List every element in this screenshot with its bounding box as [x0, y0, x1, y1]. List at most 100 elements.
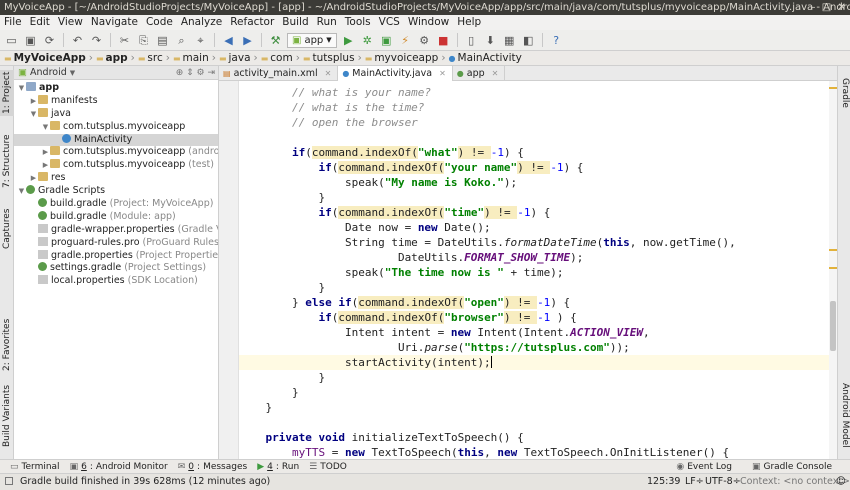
file-encoding[interactable]: UTF-8÷: [705, 474, 741, 490]
window-controls[interactable]: – □ ✕: [810, 0, 846, 15]
menu-vcs[interactable]: VCS: [379, 16, 400, 28]
run-config-select[interactable]: ▣ app ▼: [287, 32, 337, 48]
tree-item[interactable]: ▼ Gradle Scripts: [14, 185, 218, 198]
close-tab-icon[interactable]: ✕: [492, 66, 499, 81]
coverage-icon[interactable]: ▣: [379, 33, 394, 48]
tree-item[interactable]: ▶ com.tutsplus.myvoiceapp(androidTe: [14, 146, 218, 159]
undo-icon[interactable]: ↶: [70, 33, 85, 48]
menu-code[interactable]: Code: [146, 16, 173, 28]
tree-item[interactable]: ▼ com.tutsplus.myvoiceapp: [14, 120, 218, 134]
code-area[interactable]: // what is your name? // what is the tim…: [239, 81, 829, 459]
project-structure-icon[interactable]: ▦: [502, 33, 517, 48]
code-line[interactable]: Uri.parse("https://tutsplus.com"));: [239, 340, 829, 355]
panel-settings-icon[interactable]: ⊕ ⇕ ⚙ ⇥: [176, 66, 215, 80]
expand-down-icon[interactable]: ▼: [41, 121, 50, 134]
open-folder-icon[interactable]: ▭: [4, 33, 19, 48]
apply-changes-icon[interactable]: ⚡: [398, 33, 413, 48]
inspector-icon[interactable]: ☺: [836, 474, 846, 490]
warning-marker[interactable]: [829, 87, 837, 89]
expand-down-icon[interactable]: ▼: [29, 108, 38, 121]
tool-build-variants[interactable]: Build Variants: [0, 384, 14, 448]
expand-right-icon[interactable]: ▶: [29, 172, 38, 185]
close-icon[interactable]: ✕: [838, 2, 846, 13]
editor-gutter[interactable]: [219, 81, 239, 459]
tool-favorites[interactable]: 2: Favorites: [0, 316, 14, 374]
stop-icon[interactable]: ■: [436, 33, 451, 48]
breadcrumb-item[interactable]: MainActivity: [458, 52, 522, 64]
tree-item[interactable]: ▼ app: [14, 82, 218, 95]
sdk-manager-icon[interactable]: ⬇: [483, 33, 498, 48]
tree-item[interactable]: settings.gradle (Project Settings): [14, 262, 218, 275]
tool-run[interactable]: ▶ 4: Run: [257, 462, 299, 472]
caret-position[interactable]: 125:39: [647, 474, 680, 490]
tool-todo[interactable]: ☰ TODO: [309, 462, 347, 472]
code-line[interactable]: // open the browser: [239, 115, 829, 130]
breadcrumb-item[interactable]: MyVoiceApp: [14, 52, 86, 64]
breadcrumb-item[interactable]: main: [183, 52, 209, 64]
code-line[interactable]: speak("My name is Koko.");: [239, 175, 829, 190]
back-icon[interactable]: ◀: [221, 33, 236, 48]
menu-navigate[interactable]: Navigate: [91, 16, 138, 28]
tool-messages[interactable]: ✉ 0: Messages: [178, 462, 247, 472]
avd-manager-icon[interactable]: ▯: [464, 33, 479, 48]
editor-scrollbar[interactable]: [829, 81, 837, 459]
breadcrumb-item[interactable]: java: [229, 52, 251, 64]
tree-item[interactable]: ▶ res: [14, 172, 218, 185]
tool-android-monitor[interactable]: ▣ 6: Android Monitor: [70, 462, 168, 472]
code-line[interactable]: private void initializeTextToSpeech() {: [239, 430, 829, 445]
code-editor[interactable]: // what is your name? // what is the tim…: [219, 81, 837, 459]
tree-item[interactable]: ▶ com.tutsplus.myvoiceapp (test): [14, 159, 218, 172]
tree-item[interactable]: build.gradle (Module: app): [14, 210, 218, 224]
tab-mainactivity-java[interactable]: ● MainActivity.java ✕: [338, 66, 453, 81]
expand-right-icon[interactable]: ▶: [41, 159, 50, 172]
minimize-icon[interactable]: –: [810, 2, 815, 13]
code-line[interactable]: }: [239, 190, 829, 205]
code-line[interactable]: // what is the time?: [239, 100, 829, 115]
menu-tools[interactable]: Tools: [345, 16, 371, 28]
menu-build[interactable]: Build: [282, 16, 308, 28]
menu-refactor[interactable]: Refactor: [230, 16, 274, 28]
paste-icon[interactable]: ▤: [155, 33, 170, 48]
tree-item[interactable]: ▼ java: [14, 107, 218, 121]
code-line[interactable]: speak("The time now is " + time);: [239, 265, 829, 280]
replace-icon[interactable]: ⌖: [193, 33, 208, 48]
cut-icon[interactable]: ✂: [117, 33, 132, 48]
code-line[interactable]: }: [239, 370, 829, 385]
code-line[interactable]: Date now = new Date();: [239, 220, 829, 235]
close-tab-icon[interactable]: ✕: [325, 66, 332, 81]
breadcrumb-item[interactable]: tutsplus: [312, 52, 354, 64]
menu-help[interactable]: Help: [457, 16, 481, 28]
tree-item[interactable]: MainActivity: [14, 133, 218, 147]
expand-right-icon[interactable]: ▶: [41, 146, 50, 159]
code-line[interactable]: myTTS = new TextToSpeech(this, new TextT…: [239, 445, 829, 459]
code-line[interactable]: DateUtils.FORMAT_SHOW_TIME);: [239, 250, 829, 265]
expand-down-icon[interactable]: ▼: [17, 82, 26, 95]
tool-gradle-console[interactable]: ▣ Gradle Console: [752, 462, 832, 472]
tool-project[interactable]: 1: Project: [0, 70, 14, 116]
tree-item[interactable]: local.properties (SDK Location): [14, 275, 218, 288]
menu-view[interactable]: View: [58, 16, 83, 28]
code-line[interactable]: }: [239, 280, 829, 295]
code-line[interactable]: if(command.indexOf("what") != -1) {: [239, 145, 829, 160]
breadcrumb-item[interactable]: myvoiceapp: [374, 52, 438, 64]
help-icon[interactable]: ?: [549, 33, 564, 48]
code-line[interactable]: String time = DateUtils.formatDateTime(t…: [239, 235, 829, 250]
code-line[interactable]: if(command.indexOf("time") != -1) {: [239, 205, 829, 220]
code-line[interactable]: Intent intent = new Intent(Intent.ACTION…: [239, 325, 829, 340]
close-tab-icon[interactable]: ✕: [439, 66, 446, 81]
save-all-icon[interactable]: ▣: [23, 33, 38, 48]
menu-analyze[interactable]: Analyze: [181, 16, 222, 28]
context-indicator[interactable]: Context: <no context>: [740, 474, 850, 490]
code-line[interactable]: [239, 130, 829, 145]
code-line[interactable]: startActivity(intent);: [239, 355, 829, 370]
line-separator[interactable]: LF÷: [685, 474, 704, 490]
breadcrumb-item[interactable]: src: [147, 52, 162, 64]
tool-terminal[interactable]: ▭ Terminal: [10, 462, 60, 472]
tree-item[interactable]: build.gradle (Project: MyVoiceApp): [14, 198, 218, 211]
menu-file[interactable]: File: [4, 16, 22, 28]
tree-item[interactable]: ▶ manifests: [14, 94, 218, 108]
breadcrumb-item[interactable]: com: [270, 52, 292, 64]
warning-marker[interactable]: [829, 249, 837, 251]
status-message[interactable]: Gradle build finished in 39s 628ms (12 m…: [20, 474, 270, 490]
menu-window[interactable]: Window: [408, 16, 449, 28]
